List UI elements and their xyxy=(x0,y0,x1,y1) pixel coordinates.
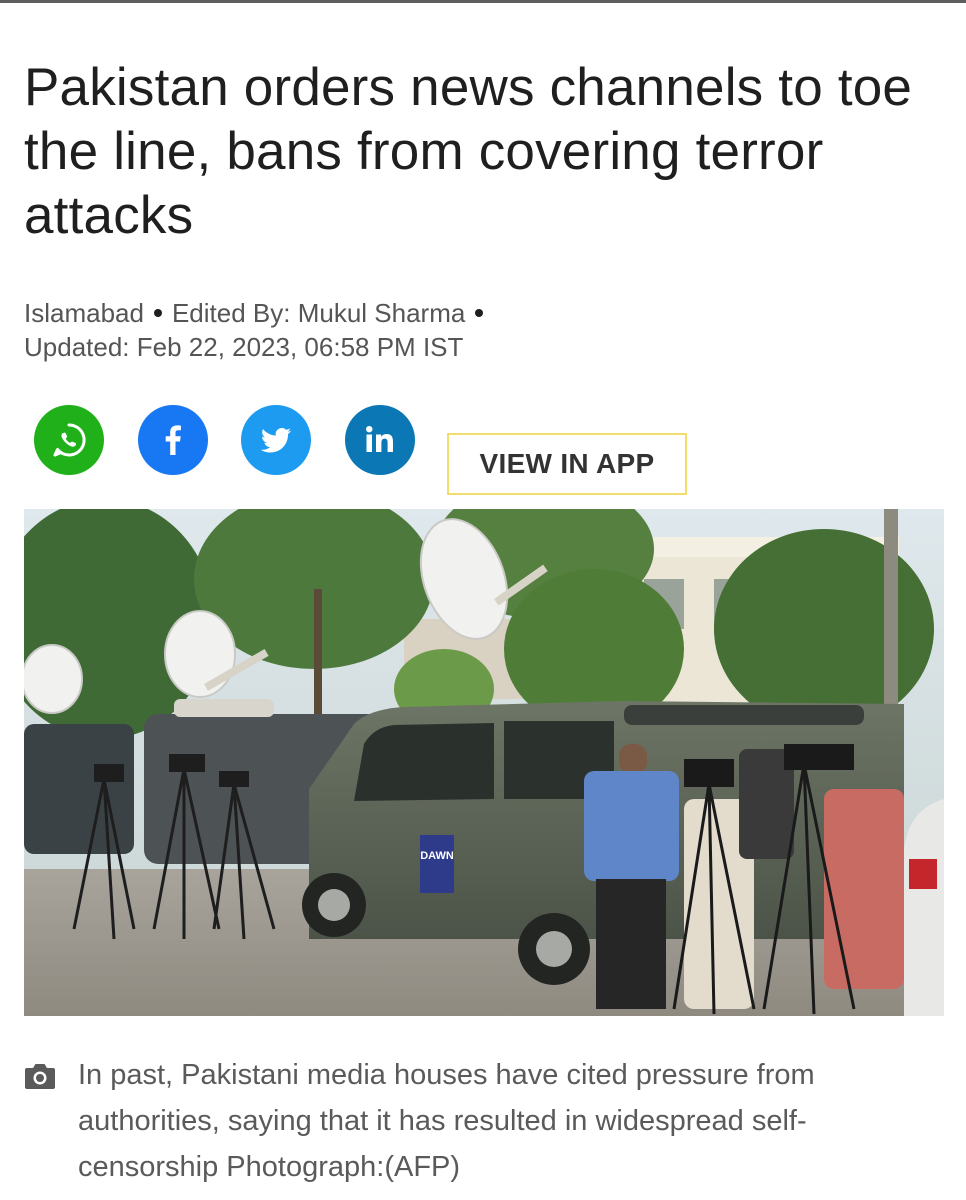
separator-dot xyxy=(153,309,162,318)
meta-location: Islamabad xyxy=(24,298,144,328)
facebook-icon xyxy=(153,420,193,460)
whatsapp-share-button[interactable] xyxy=(34,405,104,475)
camera-icon xyxy=(24,1062,56,1090)
van-logo-text: DAWN xyxy=(420,850,454,862)
linkedin-icon xyxy=(360,420,400,460)
meta-byline: Islamabad Edited By: Mukul Sharma xyxy=(24,296,924,330)
separator-dot xyxy=(475,309,484,318)
view-in-app-button[interactable]: VIEW IN APP xyxy=(447,433,687,495)
article-headline: Pakistan orders news channels to toe the… xyxy=(24,58,913,245)
news-vans-photo: DAWN xyxy=(24,509,944,1016)
share-bar: VIEW IN APP xyxy=(34,405,734,499)
meta-updated: Updated: Feb 22, 2023, 06:58 PM IST xyxy=(24,332,464,362)
twitter-icon xyxy=(256,420,296,460)
top-divider xyxy=(0,0,966,3)
linkedin-share-button[interactable] xyxy=(345,405,415,475)
article-meta: Islamabad Edited By: Mukul Sharma Updated… xyxy=(24,296,924,364)
meta-editor: Edited By: Mukul Sharma xyxy=(171,298,466,328)
facebook-share-button[interactable] xyxy=(138,405,208,475)
twitter-share-button[interactable] xyxy=(241,405,311,475)
whatsapp-icon xyxy=(49,420,89,460)
article-photo: DAWN xyxy=(24,509,944,1016)
caption-text: In past, Pakistani media houses have cit… xyxy=(78,1059,815,1183)
